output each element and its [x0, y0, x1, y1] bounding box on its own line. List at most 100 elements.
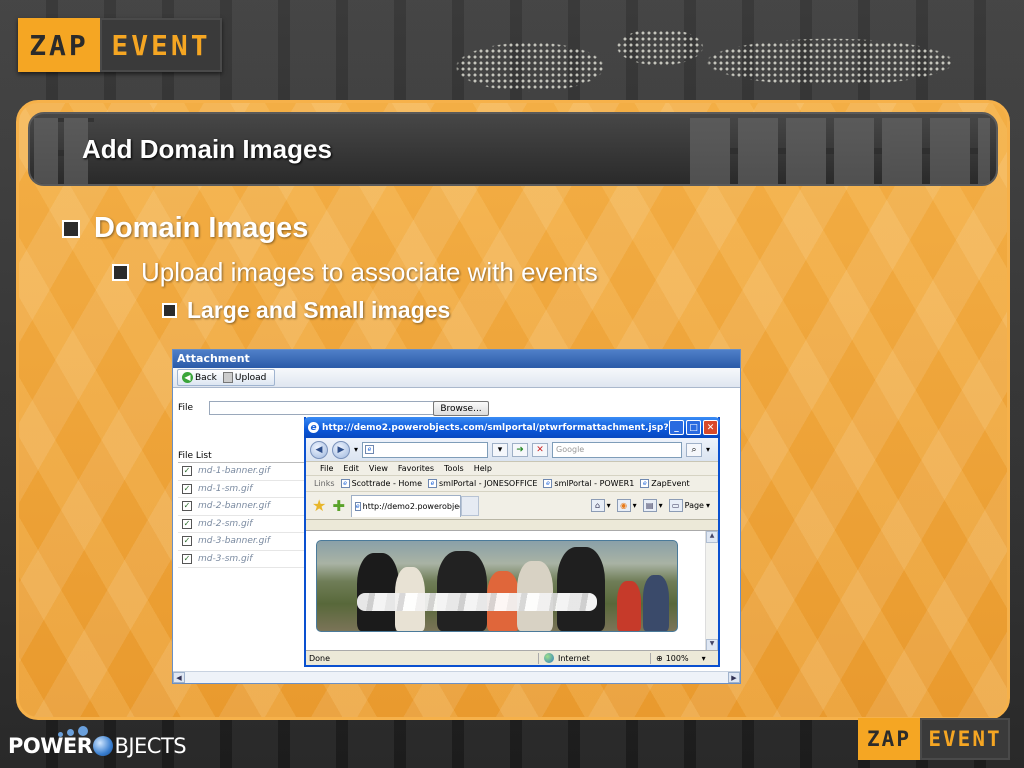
menu-edit[interactable]: Edit: [343, 464, 359, 473]
horizontal-scrollbar[interactable]: ◀ ▶: [173, 671, 740, 683]
go-icon[interactable]: ➜: [512, 442, 529, 457]
menu-help[interactable]: Help: [474, 464, 492, 473]
scroll-left-icon[interactable]: ◀: [173, 672, 185, 683]
file-list-item[interactable]: ✓ md-3-sm.gif: [178, 551, 306, 568]
back-icon[interactable]: ◀: [310, 440, 328, 459]
link-smlportal-power1[interactable]: e smlPortal - POWER1: [543, 479, 634, 488]
checkbox-checked-icon[interactable]: ✓: [182, 501, 192, 512]
home-button[interactable]: ⌂ ▾: [590, 499, 611, 512]
close-icon[interactable]: ✕: [703, 420, 718, 435]
bullet-level-3: Large and Small images: [162, 297, 450, 324]
upload-label: Upload: [234, 372, 267, 383]
search-input[interactable]: Google: [552, 441, 683, 458]
bullet-text: Upload images to associate with events: [141, 257, 598, 287]
forward-icon[interactable]: ▶: [332, 440, 350, 459]
attachment-header: Attachment: [173, 350, 740, 368]
status-separator: [538, 653, 539, 664]
zoom-level: 100%: [665, 653, 689, 663]
checkbox-checked-icon[interactable]: ✓: [182, 536, 192, 547]
stop-icon[interactable]: ✕: [532, 442, 549, 457]
attachment-toolbar: ◀ Back Upload: [173, 368, 740, 388]
logo-event-text: EVENT: [920, 718, 1010, 760]
file-input[interactable]: [209, 401, 436, 415]
bullet-text: Large and Small images: [187, 297, 451, 323]
photo-figure: [557, 547, 605, 631]
logo-event-text: EVENT: [100, 18, 222, 72]
ie-nav-row: ◀ ▶ ▾ e ▾ ➜ ✕ Google ⌕ ▾: [306, 438, 718, 462]
address-bar[interactable]: e: [362, 441, 489, 458]
logo-zap-text: ZAP: [858, 718, 920, 760]
checkbox-checked-icon[interactable]: ✓: [182, 466, 192, 477]
scroll-up-icon[interactable]: ▲: [706, 531, 718, 543]
file-list-item[interactable]: ✓ md-2-sm.gif: [178, 516, 306, 533]
link-scottrade[interactable]: e Scottrade - Home: [340, 479, 422, 488]
status-zone: Internet: [544, 653, 590, 663]
feeds-button[interactable]: ◉ ▾: [616, 499, 637, 512]
favorites-star-icon[interactable]: ★: [312, 497, 326, 514]
page-icon: e: [543, 479, 553, 488]
file-name: md-2-sm.gif: [198, 518, 253, 529]
zap-event-logo-bottom: ZAP EVENT: [858, 718, 1010, 760]
powerobjects-logo: POWER BJECTS: [8, 734, 187, 758]
address-dropdown-icon[interactable]: ▾: [492, 442, 509, 457]
tab-label: http://demo2.powerobjec...: [362, 501, 461, 511]
rss-icon: ◉: [616, 499, 631, 512]
print-button[interactable]: ▤ ▾: [642, 499, 663, 512]
link-label: smlPortal - POWER1: [554, 479, 635, 488]
ie-page-content: ▲ ▼: [306, 530, 718, 651]
logo-globe-icon: [93, 736, 114, 756]
minimize-icon[interactable]: _: [669, 420, 684, 435]
page-menu-icon: ▭: [668, 499, 683, 512]
zoom-icon: ⊕: [656, 653, 663, 663]
vertical-scrollbar[interactable]: ▲ ▼: [705, 531, 718, 651]
world-map-graphic: [400, 12, 980, 102]
back-arrow-icon: ◀: [182, 372, 193, 383]
search-dropdown-icon[interactable]: ▾: [706, 445, 710, 454]
logo-power-text: POWER: [8, 734, 93, 758]
ie-window-title: http://demo2.powerobjects.com/smlportal/…: [322, 422, 669, 433]
event-photo: [316, 540, 678, 632]
photo-figure: [437, 551, 487, 631]
checkbox-checked-icon[interactable]: ✓: [182, 483, 192, 494]
add-favorite-icon[interactable]: ✚: [332, 497, 345, 515]
menu-file[interactable]: File: [320, 464, 333, 473]
new-tab-button[interactable]: [460, 495, 479, 516]
page-menu-label: Page: [684, 501, 704, 510]
browse-button[interactable]: Browse...: [433, 401, 489, 416]
maximize-icon[interactable]: □: [686, 420, 701, 435]
ie-tab-row: ★ ✚ e http://demo2.powerobjec... ⌂ ▾ ◉ ▾ ▤…: [306, 492, 718, 520]
file-list-item[interactable]: ✓ md-3-banner.gif: [178, 533, 306, 551]
page-menu-button[interactable]: ▭ Page ▾: [668, 499, 710, 512]
bullet-level-2: Upload images to associate with events: [112, 257, 598, 288]
checkbox-checked-icon[interactable]: ✓: [182, 518, 192, 529]
ie-menu-bar: File Edit View Favorites Tools Help: [306, 462, 718, 476]
link-label: Scottrade - Home: [351, 479, 422, 488]
file-list: File List ✓ md-1-banner.gif ✓ md-1-sm.gif …: [178, 450, 306, 568]
zoom-dropdown-icon: ▾: [701, 653, 706, 663]
file-list-item[interactable]: ✓ md-1-sm.gif: [178, 481, 306, 498]
file-name: md-2-banner.gif: [198, 501, 270, 512]
globe-icon: [544, 653, 554, 663]
menu-favorites[interactable]: Favorites: [398, 464, 434, 473]
scroll-right-icon[interactable]: ▶: [728, 672, 740, 683]
page-icon: e: [365, 445, 375, 454]
photo-figure: [617, 581, 641, 631]
browser-tab[interactable]: e http://demo2.powerobjec...: [350, 494, 461, 517]
page-icon: e: [640, 479, 650, 488]
menu-tools[interactable]: Tools: [444, 464, 464, 473]
link-zapevent[interactable]: e ZapEvent: [640, 479, 690, 488]
link-label: smlPortal - JONESOFFICE: [439, 479, 538, 488]
back-button[interactable]: ◀ Back: [182, 372, 217, 383]
checkbox-checked-icon[interactable]: ✓: [182, 553, 192, 564]
search-icon[interactable]: ⌕: [686, 442, 703, 457]
upload-button[interactable]: Upload: [222, 372, 267, 383]
file-list-item[interactable]: ✓ md-1-banner.gif: [178, 463, 306, 481]
link-smlportal-jonesoffice[interactable]: e smlPortal - JONESOFFICE: [428, 479, 537, 488]
printer-icon: ▤: [642, 499, 657, 512]
menu-view[interactable]: View: [369, 464, 388, 473]
history-dropdown-icon[interactable]: ▾: [354, 445, 358, 454]
zoom-control[interactable]: ⊕ 100% ▾: [656, 654, 706, 663]
toolbar-group: ◀ Back Upload: [177, 369, 276, 386]
file-list-item[interactable]: ✓ md-2-banner.gif: [178, 498, 306, 516]
zone-label: Internet: [558, 653, 590, 663]
